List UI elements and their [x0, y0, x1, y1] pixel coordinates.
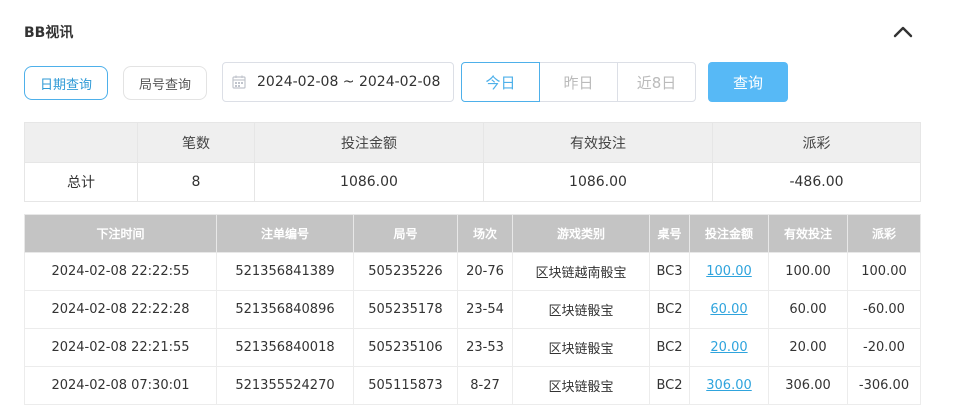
header-payout: 派彩	[847, 214, 921, 253]
cell-table-no: BC2	[649, 290, 690, 329]
cell-valid-bet: 60.00	[768, 290, 848, 329]
cell-payout: 100.00	[847, 252, 921, 291]
today-button[interactable]: 今日	[461, 62, 540, 102]
header-game-type: 游戏类别	[512, 214, 650, 253]
cell-bet-time: 2024-02-08 22:22:28	[24, 290, 217, 329]
table-row: 2024-02-08 22:22:55 521356841389 5052352…	[24, 252, 921, 291]
date-range-value: 2024-02-08 ~ 2024-02-08	[257, 74, 441, 90]
summary-label: 总计	[24, 162, 138, 202]
header-order-no: 注单编号	[216, 214, 354, 253]
cell-payout: -20.00	[847, 328, 921, 367]
table-row: 2024-02-08 22:22:28 521356840896 5052351…	[24, 290, 921, 329]
cell-bet-amount-link[interactable]: 306.00	[689, 366, 769, 405]
summary-header-payout: 派彩	[712, 122, 921, 163]
summary-valid: 1086.00	[483, 162, 713, 202]
date-range-picker[interactable]: 2024-02-08 ~ 2024-02-08	[222, 62, 454, 102]
calendar-icon	[232, 75, 246, 89]
cell-bet-amount-link[interactable]: 20.00	[689, 328, 769, 367]
cell-session: 23-54	[457, 290, 513, 329]
summary-table: 笔数 投注金额 有效投注 派彩 总计 8 1086.00 1086.00 -48…	[24, 122, 921, 202]
summary-header-valid: 有效投注	[483, 122, 713, 163]
cell-table-no: BC2	[649, 366, 690, 405]
cell-game-type: 区块链骰宝	[512, 328, 650, 367]
tab-date-query[interactable]: 日期查询	[24, 66, 108, 100]
cell-session: 20-76	[457, 252, 513, 291]
summary-bet: 1086.00	[254, 162, 484, 202]
summary-header-count: 笔数	[137, 122, 255, 163]
header-bet-time: 下注时间	[24, 214, 217, 253]
cell-bet-time: 2024-02-08 22:22:55	[24, 252, 217, 291]
cell-order-no: 521356840018	[216, 328, 354, 367]
bet-detail-table: 下注时间 注单编号 局号 场次 游戏类别 桌号 投注金额 有效投注 派彩 202…	[24, 214, 921, 405]
cell-bet-amount-link[interactable]: 60.00	[689, 290, 769, 329]
quick-date-group: 今日 昨日 近8日	[461, 62, 696, 102]
cell-bet-time: 2024-02-08 22:21:55	[24, 328, 217, 367]
cell-order-no: 521356840896	[216, 290, 354, 329]
summary-total-row: 总计 8 1086.00 1086.00 -486.00	[24, 162, 921, 202]
cell-valid-bet: 306.00	[768, 366, 848, 405]
cell-round-no: 505235178	[353, 290, 458, 329]
cell-game-type: 区块链越南骰宝	[512, 252, 650, 291]
cell-payout: -306.00	[847, 366, 921, 405]
summary-header-row: 笔数 投注金额 有效投注 派彩	[24, 122, 921, 163]
cell-bet-amount-link[interactable]: 100.00	[689, 252, 769, 291]
header-valid-bet: 有效投注	[768, 214, 848, 253]
header-session: 场次	[457, 214, 513, 253]
bet-amount-link[interactable]: 60.00	[710, 302, 747, 317]
cell-order-no: 521356841389	[216, 252, 354, 291]
cell-round-no: 505115873	[353, 366, 458, 405]
cell-bet-time: 2024-02-08 07:30:01	[24, 366, 217, 405]
cell-payout: -60.00	[847, 290, 921, 329]
yesterday-button[interactable]: 昨日	[539, 62, 618, 102]
bet-amount-link[interactable]: 306.00	[706, 378, 752, 393]
bet-amount-link[interactable]: 100.00	[706, 264, 752, 279]
table-row: 2024-02-08 07:30:01 521355524270 5051158…	[24, 366, 921, 405]
summary-payout: -486.00	[712, 162, 921, 202]
header-table-no: 桌号	[649, 214, 690, 253]
cell-table-no: BC2	[649, 328, 690, 367]
cell-valid-bet: 20.00	[768, 328, 848, 367]
tab-round-query[interactable]: 局号查询	[123, 66, 207, 100]
last-8-days-button[interactable]: 近8日	[617, 62, 696, 102]
summary-header-blank	[24, 122, 138, 163]
summary-header-bet: 投注金额	[254, 122, 484, 163]
detail-header-row: 下注时间 注单编号 局号 场次 游戏类别 桌号 投注金额 有效投注 派彩	[24, 214, 921, 253]
cell-session: 23-53	[457, 328, 513, 367]
summary-count: 8	[137, 162, 255, 202]
page-title: BB视讯	[24, 25, 74, 41]
cell-round-no: 505235226	[353, 252, 458, 291]
cell-order-no: 521355524270	[216, 366, 354, 405]
header-round-no: 局号	[353, 214, 458, 253]
cell-table-no: BC3	[649, 252, 690, 291]
table-row: 2024-02-08 22:21:55 521356840018 5052351…	[24, 328, 921, 367]
cell-session: 8-27	[457, 366, 513, 405]
bet-amount-link[interactable]: 20.00	[710, 340, 747, 355]
query-button[interactable]: 查询	[708, 62, 788, 102]
cell-game-type: 区块链骰宝	[512, 290, 650, 329]
cell-game-type: 区块链骰宝	[512, 366, 650, 405]
cell-valid-bet: 100.00	[768, 252, 848, 291]
header-bet-amount: 投注金额	[689, 214, 769, 253]
chevron-up-icon[interactable]	[892, 22, 914, 42]
cell-round-no: 505235106	[353, 328, 458, 367]
